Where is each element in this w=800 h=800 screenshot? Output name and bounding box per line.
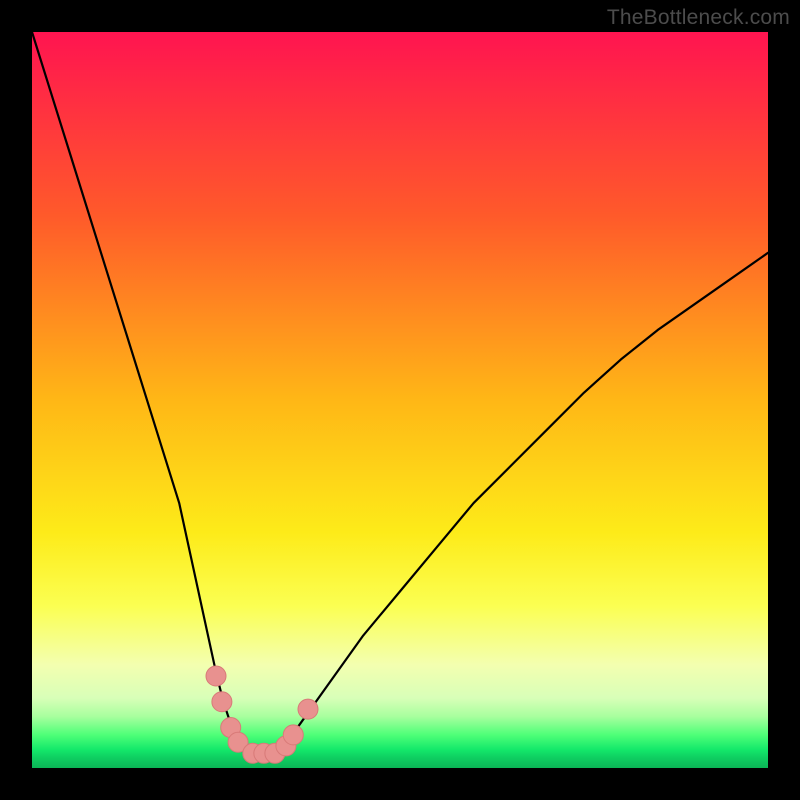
chart-frame: TheBottleneck.com	[0, 0, 800, 800]
marker-right-3	[298, 699, 318, 719]
watermark-text: TheBottleneck.com	[607, 6, 790, 30]
marker-right-2	[283, 725, 303, 745]
plot-area	[32, 32, 768, 768]
marker-left-1	[206, 666, 226, 686]
datapoint-markers	[206, 666, 318, 763]
curve-layer	[32, 32, 768, 768]
marker-left-2	[212, 692, 232, 712]
bottleneck-curve	[32, 32, 768, 753]
